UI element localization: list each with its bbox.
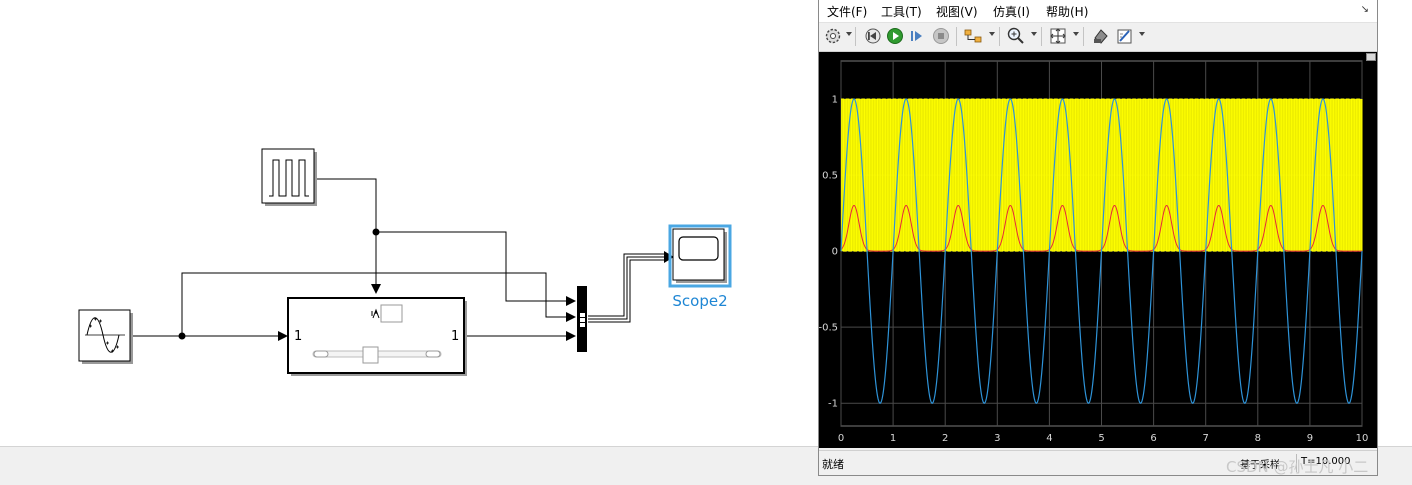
- x-tick-label: 3: [994, 433, 1000, 444]
- menu-view[interactable]: 视图(V): [936, 3, 978, 20]
- subsystem-input-port-label: 1: [294, 329, 302, 344]
- enabled-subsystem-block[interactable]: 1 1: [287, 297, 467, 376]
- step-back-icon[interactable]: [863, 26, 883, 46]
- status-ready: 就绪: [822, 458, 844, 471]
- line-pulse-to-mux[interactable]: [376, 231, 576, 306]
- scope-plot-panel[interactable]: 0 1 2 3 4 5 6 7 8 9 10 -1 -0.5 0 0.5 1: [818, 52, 1377, 448]
- scope-label: Scope2: [672, 292, 727, 310]
- branch-point-pulse: [372, 228, 380, 236]
- x-tick-label: 9: [1307, 433, 1313, 444]
- x-tick-label: 8: [1255, 433, 1261, 444]
- menu-help[interactable]: 帮助(H): [1046, 3, 1088, 20]
- autoscale-dropdown-icon[interactable]: [1073, 32, 1079, 36]
- zoom-dropdown-icon[interactable]: [1031, 32, 1037, 36]
- settings-gear-icon[interactable]: [823, 26, 843, 46]
- y-tick-label: 0: [832, 247, 838, 258]
- subsystem-output-port-label: 1: [451, 329, 459, 344]
- toolbar-separator: [855, 27, 856, 46]
- mux-block[interactable]: [577, 286, 587, 352]
- style-dropdown-icon[interactable]: [1139, 32, 1145, 36]
- x-tick-label: 5: [1098, 433, 1104, 444]
- toolbar-separator: [956, 27, 957, 46]
- style-icon[interactable]: [1115, 26, 1135, 46]
- toolbar-separator: [1041, 27, 1042, 46]
- x-tick-label: 7: [1203, 433, 1209, 444]
- sine-wave-block[interactable]: [78, 309, 133, 364]
- toolbar-separator: [1083, 27, 1084, 46]
- series-square-wave: [841, 98, 1363, 252]
- x-tick-label: 10: [1356, 433, 1369, 444]
- menu-collapse-icon[interactable]: ↘: [1361, 4, 1369, 15]
- scope-viewer-window: 文件(F) 工具(T) 视图(V) 仿真(I) 帮助(H) ↘ 0 1 2 3 …: [818, 0, 1378, 476]
- model-canvas[interactable]: 1 1 Scope2: [0, 0, 818, 446]
- undock-icon[interactable]: [1366, 53, 1376, 61]
- block-diagram: 1 1 Scope2: [78, 148, 732, 376]
- square-wave-line: [841, 98, 1363, 252]
- branch-point-sine: [178, 332, 186, 340]
- scope-plot: 0 1 2 3 4 5 6 7 8 9 10 -1 -0.5 0 0.5 1: [818, 60, 1369, 444]
- run-icon[interactable]: [885, 26, 905, 46]
- x-tick-label: 2: [942, 433, 948, 444]
- y-tick-label: 1: [832, 95, 838, 106]
- y-tick-label: -1: [828, 399, 838, 410]
- autoscale-icon[interactable]: [1048, 26, 1068, 46]
- x-tick-label: 6: [1150, 433, 1156, 444]
- pulse-generator-block[interactable]: [261, 148, 317, 206]
- scope-block[interactable]: Scope2: [668, 224, 732, 310]
- x-tick-label: 0: [838, 433, 844, 444]
- toolbar: [819, 23, 1377, 52]
- x-tick-label: 4: [1046, 433, 1052, 444]
- settings-dropdown-icon[interactable]: [846, 32, 852, 36]
- y-tick-label: 0.5: [822, 171, 838, 182]
- x-tick-label: 1: [890, 433, 896, 444]
- menu-tools[interactable]: 工具(T): [881, 3, 922, 20]
- menu-file[interactable]: 文件(F): [827, 3, 867, 20]
- stop-icon[interactable]: [931, 26, 951, 46]
- menu-bar: 文件(F) 工具(T) 视图(V) 仿真(I) 帮助(H) ↘: [819, 0, 1377, 23]
- zoom-in-icon[interactable]: [1006, 26, 1026, 46]
- signal-selector-icon[interactable]: [963, 26, 985, 46]
- y-tick-label: -0.5: [819, 323, 838, 334]
- toolbar-separator: [999, 27, 1000, 46]
- menu-simulation[interactable]: 仿真(I): [993, 3, 1030, 20]
- bus-line-mux-to-scope[interactable]: [588, 253, 664, 323]
- signal-selector-dropdown-icon[interactable]: [989, 32, 995, 36]
- watermark: CSDN @孙士凡 小二: [1226, 458, 1369, 476]
- print-icon[interactable]: [1091, 26, 1111, 46]
- line-pulse-out[interactable]: [316, 178, 377, 232]
- step-forward-icon[interactable]: [907, 26, 927, 46]
